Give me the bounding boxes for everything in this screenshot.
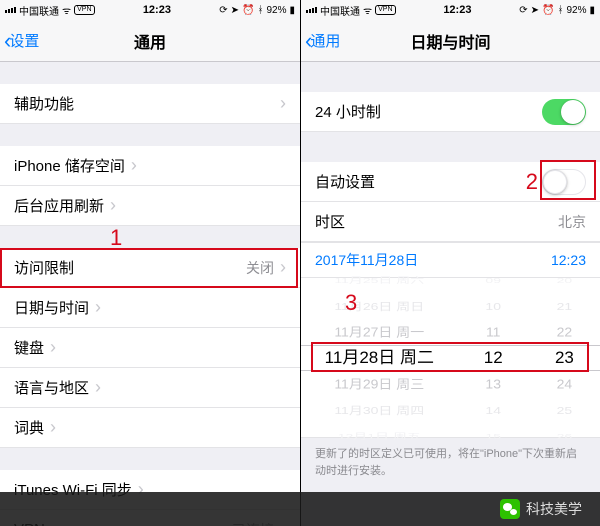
picker-col-hour[interactable]: 09 10 11 12 13 14 15 [458, 278, 529, 437]
signal-icon [306, 7, 317, 13]
chevron-right-icon: › [95, 377, 101, 398]
wechat-icon [500, 499, 520, 519]
cell-restrictions[interactable]: 访问限制 关闭 › [0, 248, 300, 288]
date-header-time: 12:23 [551, 252, 586, 268]
vpn-badge: VPN [375, 5, 395, 15]
chevron-right-icon: › [110, 195, 116, 216]
battery-pct: 92% [266, 5, 286, 16]
status-bar: 中国联通 ᯤ VPN 12:23 ⟳ ➤ ⏰ ᚼ 92% ▮ [0, 0, 300, 20]
nav-title: 通用 [0, 29, 300, 53]
signal-icon [5, 7, 16, 13]
nav-back-label: 通用 [310, 30, 340, 51]
bluetooth-icon: ᚼ [557, 5, 563, 16]
nav-back-button[interactable]: ‹ 设置 [4, 30, 39, 52]
cell-label: 24 小时制 [315, 101, 381, 122]
cell-label: 时区 [315, 211, 345, 232]
chevron-right-icon: › [280, 93, 286, 114]
cell-value: 关闭 [246, 258, 274, 278]
toggle-24hour[interactable] [542, 99, 586, 125]
chevron-right-icon: › [131, 155, 137, 176]
cell-label: 日期与时间 [14, 297, 89, 318]
picker-selected-hour: 12 [484, 345, 503, 371]
cell-language-region[interactable]: 语言与地区 › [0, 368, 300, 408]
cell-keyboard[interactable]: 键盘 › [0, 328, 300, 368]
battery-icon: ▮ [589, 5, 595, 16]
date-picker[interactable]: 11月25日 周六 11月26日 周日 11月27日 周一 11月28日 周二 … [301, 278, 600, 438]
status-bar: 中国联通 ᯤ VPN 12:23 ⟳ ➤ ⏰ ᚼ 92% ▮ [301, 0, 600, 20]
cell-24hour[interactable]: 24 小时制 [301, 92, 600, 132]
picker-selected-minute: 23 [555, 345, 574, 371]
nav-bar: ‹ 通用 日期与时间 [301, 20, 600, 62]
cell-date-time[interactable]: 日期与时间 › [0, 288, 300, 328]
cell-auto-set[interactable]: 自动设置 [301, 162, 600, 202]
wifi-icon: ᯤ [363, 3, 372, 17]
alarm-icon: ⏰ [542, 5, 554, 16]
wifi-icon: ᯤ [62, 3, 71, 17]
cell-label: 后台应用刷新 [14, 195, 104, 216]
cell-label: 辅助功能 [14, 93, 74, 114]
chevron-right-icon: › [95, 297, 101, 318]
cell-label: 语言与地区 [14, 377, 89, 398]
cell-background-refresh[interactable]: 后台应用刷新 › [0, 186, 300, 226]
nav-bar: ‹ 设置 通用 [0, 20, 300, 62]
chevron-right-icon: › [280, 257, 286, 278]
battery-pct: 92% [566, 5, 586, 16]
location-icon: ➤ [531, 5, 539, 16]
vpn-badge: VPN [74, 5, 94, 15]
cell-storage[interactable]: iPhone 储存空间 › [0, 146, 300, 186]
nav-back-label: 设置 [9, 30, 39, 51]
loading-icon: ⟳ [519, 5, 527, 16]
status-time: 12:23 [143, 4, 171, 16]
loading-icon: ⟳ [219, 5, 227, 16]
nav-title: 日期与时间 [301, 29, 600, 53]
watermark-text: 科技美学 [526, 499, 582, 519]
cell-label: 访问限制 [14, 257, 74, 278]
date-header-date: 2017年11月28日 [315, 250, 418, 270]
picker-selected-date: 11月28日 周二 [325, 345, 434, 371]
phone-right: 中国联通 ᯤ VPN 12:23 ⟳ ➤ ⏰ ᚼ 92% ▮ ‹ 通用 日期与时… [300, 0, 600, 526]
footer-note: 更新了的时区定义已可使用，将在"iPhone"下次重新启动时进行安装。 [301, 438, 600, 487]
chevron-right-icon: › [50, 417, 56, 438]
cell-dictionary[interactable]: 词典 › [0, 408, 300, 448]
cell-accessibility[interactable]: 辅助功能 › [0, 84, 300, 124]
carrier: 中国联通 [320, 3, 360, 18]
battery-icon: ▮ [289, 5, 295, 16]
location-icon: ➤ [231, 5, 239, 16]
nav-back-button[interactable]: ‹ 通用 [305, 30, 340, 52]
cell-label: 键盘 [14, 337, 44, 358]
content-left[interactable]: 辅助功能 › iPhone 储存空间 › 后台应用刷新 › 访问限制 关闭 › … [0, 62, 300, 526]
carrier: 中国联通 [19, 3, 59, 18]
bluetooth-icon: ᚼ [257, 5, 263, 16]
watermark-banner: 科技美学 [0, 492, 600, 526]
toggle-auto-set[interactable] [542, 169, 586, 195]
status-time: 12:23 [443, 4, 471, 16]
cell-label: iPhone 储存空间 [14, 155, 125, 176]
alarm-icon: ⏰ [242, 5, 254, 16]
content-right[interactable]: 24 小时制 自动设置 时区 北京 2017年11月28日 12:23 11月2… [301, 62, 600, 526]
phone-left: 中国联通 ᯤ VPN 12:23 ⟳ ➤ ⏰ ᚼ 92% ▮ ‹ 设置 通用 [0, 0, 300, 526]
chevron-right-icon: › [50, 337, 56, 358]
picker-col-minute[interactable]: 20 21 22 23 24 25 26 [529, 278, 600, 437]
cell-timezone[interactable]: 时区 北京 [301, 202, 600, 242]
cell-value: 北京 [558, 212, 586, 232]
cell-label: 词典 [14, 417, 44, 438]
picker-col-date[interactable]: 11月25日 周六 11月26日 周日 11月27日 周一 11月28日 周二 … [301, 278, 458, 437]
cell-label: 自动设置 [315, 171, 375, 192]
